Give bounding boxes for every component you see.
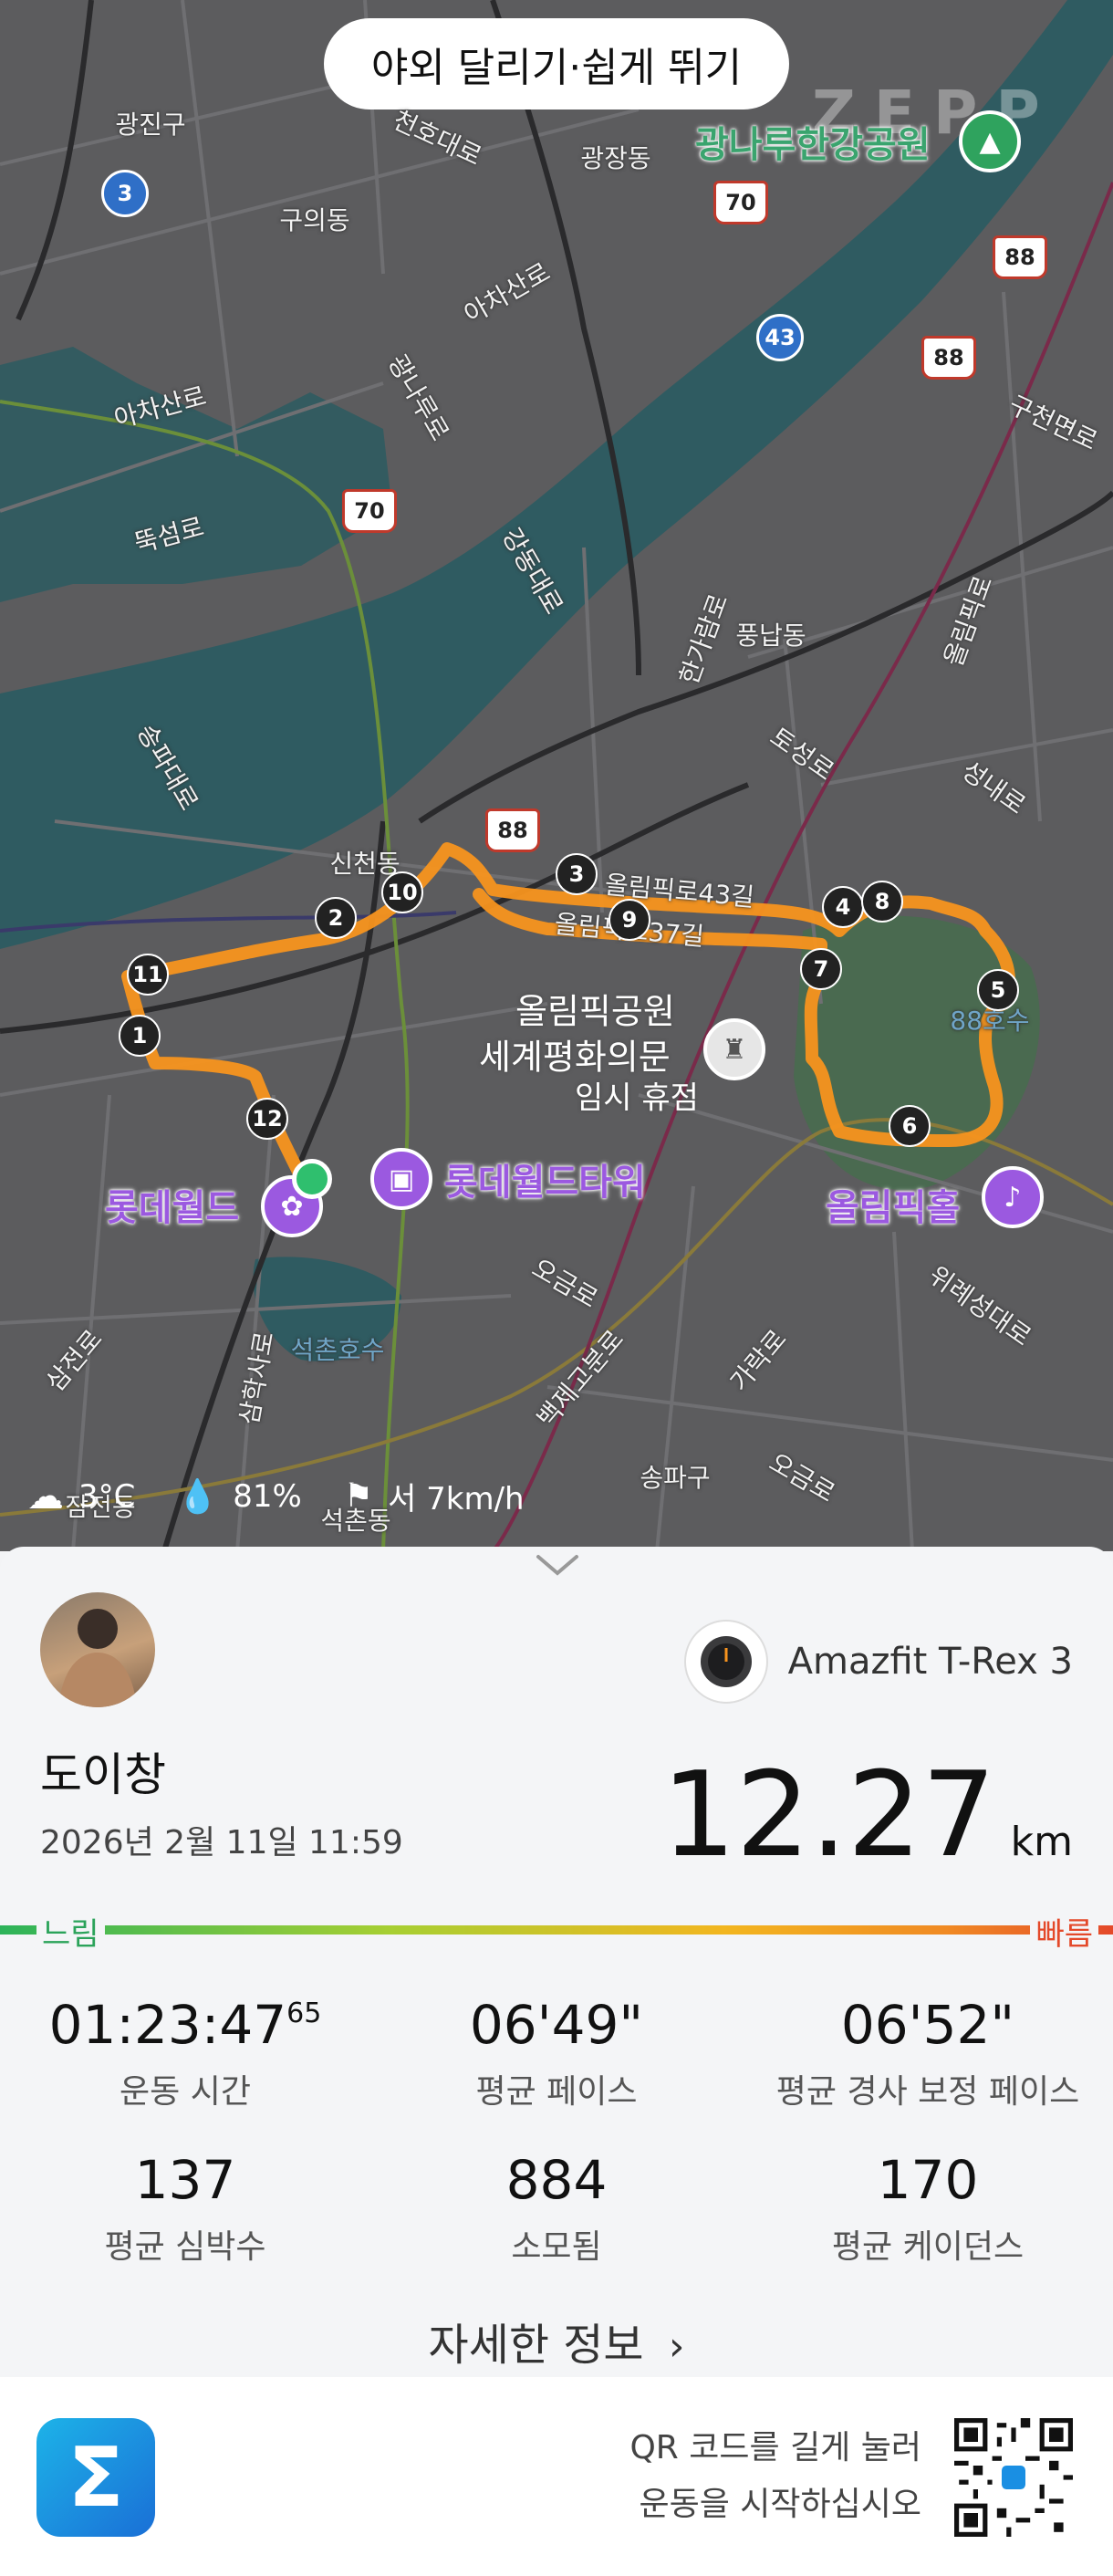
stat-value: 01:23:47 xyxy=(48,1994,287,2056)
pace-gradient-bar xyxy=(0,1925,1113,1935)
stat-label: 평균 페이스 xyxy=(475,2073,638,2111)
temperature: 3°C xyxy=(78,1477,136,1515)
pace-fast-label: 빠름 xyxy=(1030,1909,1098,1954)
map-label-area: 풍납동 xyxy=(735,621,806,651)
highway-shield: 88 xyxy=(993,235,1047,279)
map-label-lake: 석촌호수 xyxy=(290,1335,385,1365)
map-label-area: 송파구 xyxy=(640,1463,711,1493)
device-name: Amazfit T-Rex 3 xyxy=(787,1641,1073,1683)
poi-lotte-tower[interactable]: 롯데월드타워 xyxy=(444,1152,646,1205)
partly-cloudy-icon: ☁ xyxy=(27,1475,64,1517)
highway-shield: 70 xyxy=(342,489,397,533)
qr-instructions: QR 코드를 길게 눌러 운동을 시작하십시오 xyxy=(629,2420,921,2533)
km-marker[interactable]: 1 xyxy=(119,1015,161,1057)
avatar[interactable] xyxy=(40,1592,155,1707)
pace-slow-label: 느림 xyxy=(36,1909,105,1954)
stat-avg-heart-rate: 137 평균 심박수 xyxy=(0,2149,370,2268)
landmark-icon[interactable]: ♜ xyxy=(703,1018,765,1080)
stat-value: 884 xyxy=(505,2149,608,2211)
stat-value: 170 xyxy=(877,2149,979,2211)
km-marker[interactable]: 10 xyxy=(381,871,423,913)
poi-status: 임시 휴점 xyxy=(575,1079,699,1117)
weather-bar: ☁ 3°C 💧 81% ⚑ 서 7km/h xyxy=(27,1474,525,1518)
humidity: 81% xyxy=(233,1477,302,1515)
more-info-button[interactable]: 자세한 정보 › xyxy=(0,2309,1113,2373)
park-icon[interactable]: ▲ xyxy=(959,110,1021,172)
stat-avg-cadence: 170 평균 케이던스 xyxy=(743,2149,1113,2268)
wind-icon: ⚑ xyxy=(343,1477,374,1515)
km-marker[interactable]: 4 xyxy=(822,886,864,928)
qr-line-1: QR 코드를 길게 눌러 xyxy=(629,2429,921,2466)
stat-value: 137 xyxy=(134,2149,236,2211)
device-info[interactable]: Amazfit T-Rex 3 xyxy=(683,1620,1073,1704)
poi-olympic-park-gate[interactable]: 세계평화의문 xyxy=(479,1029,671,1079)
stat-value: 06'49" xyxy=(469,1994,644,2056)
more-info-label: 자세한 정보 xyxy=(428,2320,644,2371)
stat-label: 평균 경사 보정 페이스 xyxy=(775,2073,1080,2111)
stat-label: 운동 시간 xyxy=(120,2073,251,2111)
km-marker[interactable]: 5 xyxy=(977,969,1019,1011)
poi-lotte-world[interactable]: 롯데월드 xyxy=(105,1178,239,1231)
highway-shield: 88 xyxy=(485,808,540,852)
user-name: 도이창 xyxy=(40,1748,166,1801)
qr-code[interactable] xyxy=(954,2418,1073,2537)
stat-duration: 01:23:4765 운동 시간 xyxy=(0,1994,370,2112)
km-marker[interactable]: 6 xyxy=(889,1105,931,1147)
highway-shield: 88 xyxy=(921,336,976,380)
watch-icon xyxy=(683,1620,768,1704)
workout-datetime: 2026년 2월 11일 11:59 xyxy=(40,1824,403,1862)
distance-unit: km xyxy=(1010,1819,1073,1865)
chevron-right-icon: › xyxy=(668,2323,685,2370)
poi-olympic-hall[interactable]: 올림픽홀 xyxy=(826,1178,960,1231)
km-marker[interactable]: 11 xyxy=(127,954,169,996)
music-icon[interactable]: ♪ xyxy=(982,1166,1044,1228)
route-map[interactable]: ZEPP 야외 달리기·쉽게 뛰기 광진구 구의동 광장동 풍납동 신천동 잠전… xyxy=(0,0,1113,1551)
distance-value: 12.27 xyxy=(661,1747,996,1883)
map-label-area: 광장동 xyxy=(580,143,651,173)
start-marker[interactable] xyxy=(292,1159,332,1199)
stat-value-fraction: 65 xyxy=(286,1997,322,2029)
stat-avg-pace: 06'49" 평균 페이스 xyxy=(371,1994,742,2112)
wind: 서 7km/h xyxy=(388,1481,525,1517)
km-marker[interactable]: 12 xyxy=(246,1098,288,1140)
stat-label: 소모됨 xyxy=(511,2228,602,2266)
km-marker[interactable]: 9 xyxy=(609,899,650,941)
camera-icon[interactable]: ▣ xyxy=(370,1148,432,1210)
km-marker[interactable]: 2 xyxy=(315,897,357,939)
map-label-area: 광진구 xyxy=(115,110,186,140)
km-marker[interactable]: 3 xyxy=(556,853,598,895)
km-marker[interactable]: 8 xyxy=(861,881,903,923)
poi-olympic-park[interactable]: 올림픽공원 xyxy=(515,984,675,1034)
stat-label: 평균 심박수 xyxy=(104,2228,266,2266)
highway-shield: 3 xyxy=(101,170,149,217)
highway-shield: 43 xyxy=(756,314,804,361)
highway-shield: 70 xyxy=(713,181,768,224)
stat-value: 06'52" xyxy=(840,1994,1015,2056)
humidity-icon: 💧 xyxy=(177,1477,219,1516)
zepp-app-logo: Σ xyxy=(36,2418,155,2537)
km-marker[interactable]: 7 xyxy=(800,948,842,990)
footer xyxy=(0,2377,1113,2576)
map-label-area: 구의동 xyxy=(279,205,350,235)
chevron-down-icon[interactable] xyxy=(535,1551,580,1579)
stat-grade-adjusted-pace: 06'52" 평균 경사 보정 페이스 xyxy=(743,1994,1113,2112)
total-distance: 12.27 km xyxy=(661,1747,1073,1883)
qr-line-2: 운동을 시작하십시오 xyxy=(639,2486,921,2523)
stat-label: 평균 케이던스 xyxy=(831,2228,1025,2266)
stat-calories: 884 소모됨 xyxy=(371,2149,742,2268)
poi-gwangnaru-park[interactable]: 광나루한강공원 xyxy=(695,115,931,168)
workout-type-pill[interactable]: 야외 달리기·쉽게 뛰기 xyxy=(324,18,789,110)
